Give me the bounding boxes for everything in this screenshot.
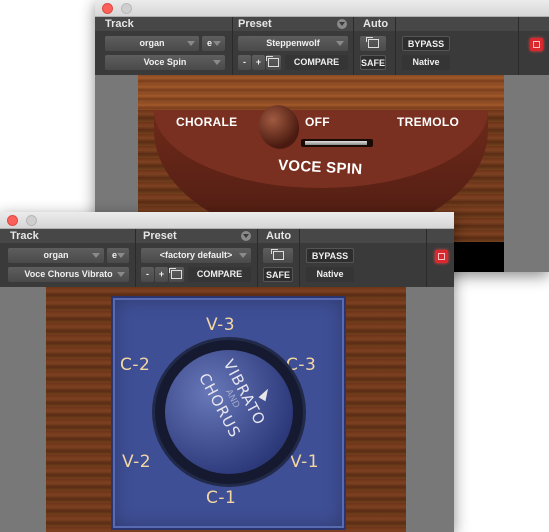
native-indicator: Native: [402, 55, 450, 70]
title-bar[interactable]: [95, 0, 549, 17]
track-name: organ: [43, 250, 69, 260]
divider: [395, 17, 396, 75]
preset-label: Preset: [143, 230, 177, 242]
plugin-selector[interactable]: Voce Chorus Vibrato: [8, 267, 129, 282]
lever-rod: [305, 141, 367, 145]
close-button[interactable]: [7, 215, 18, 226]
channel-selector[interactable]: e: [107, 248, 129, 263]
track-selector[interactable]: organ: [8, 248, 104, 263]
channel-name: e: [112, 250, 118, 260]
window-icon: [365, 37, 379, 49]
librarian-button[interactable]: [169, 267, 184, 282]
preset-label: Preset: [238, 18, 272, 30]
safe-button[interactable]: SAFE: [263, 267, 293, 282]
position-v3-label[interactable]: V-3: [206, 315, 235, 335]
bypass-button[interactable]: BYPASS: [402, 36, 450, 51]
track-label: Track: [10, 230, 39, 242]
divider: [353, 17, 354, 75]
channel-selector[interactable]: e: [202, 36, 225, 51]
target-button[interactable]: [530, 38, 543, 51]
previous-preset-button[interactable]: -: [141, 267, 154, 282]
compare-button[interactable]: COMPARE: [285, 55, 348, 70]
plugin-header: Track Preset Auto organ e Voce Chorus Vi…: [0, 229, 454, 287]
close-button[interactable]: [102, 3, 113, 14]
track-name: organ: [139, 38, 165, 48]
off-label: OFF: [305, 115, 330, 129]
compare-button[interactable]: COMPARE: [188, 267, 251, 282]
tremolo-label: TREMOLO: [397, 115, 460, 129]
automation-button[interactable]: [360, 36, 386, 51]
preset-selector[interactable]: <factory default>: [141, 248, 251, 263]
position-c1-label[interactable]: C-1: [206, 488, 236, 508]
header-labels: [0, 229, 454, 243]
wood-top: [138, 75, 504, 110]
auto-label: Auto: [266, 230, 292, 242]
preset-menu-icon[interactable]: [241, 231, 251, 241]
target-button[interactable]: [435, 250, 448, 263]
previous-preset-button[interactable]: -: [238, 55, 251, 70]
plugin-name: Voce Spin: [143, 57, 187, 67]
preset-selector[interactable]: Steppenwolf: [238, 36, 348, 51]
minimize-button[interactable]: [121, 3, 132, 14]
window-icon: [270, 249, 284, 261]
title-bar[interactable]: [0, 212, 454, 229]
position-c2-label[interactable]: C-2: [120, 355, 150, 375]
track-selector[interactable]: organ: [105, 36, 199, 51]
plugin-name: Voce Chorus Vibrato: [24, 269, 113, 279]
divider: [257, 229, 258, 287]
auto-label: Auto: [363, 18, 389, 30]
divider: [426, 229, 427, 287]
bypass-button[interactable]: BYPASS: [306, 248, 354, 263]
plugin-selector[interactable]: Voce Spin: [105, 55, 225, 70]
window-icon: [169, 268, 182, 280]
channel-name: e: [207, 38, 213, 48]
minimize-button[interactable]: [26, 215, 37, 226]
position-v1-label[interactable]: V-1: [290, 452, 319, 472]
header-labels: [95, 17, 549, 31]
librarian-button[interactable]: [266, 55, 281, 70]
preset-name: Steppenwolf: [266, 38, 320, 48]
divider: [232, 17, 233, 75]
front-plugin-window: Track Preset Auto organ e Voce Chorus Vi…: [0, 212, 454, 532]
safe-button[interactable]: SAFE: [360, 55, 386, 70]
lever-slot: [301, 139, 373, 147]
track-label: Track: [105, 18, 134, 30]
divider: [299, 229, 300, 287]
chorale-label: CHORALE: [176, 115, 238, 129]
position-v2-label[interactable]: V-2: [122, 452, 151, 472]
next-preset-button[interactable]: +: [252, 55, 265, 70]
divider: [518, 17, 519, 75]
divider: [135, 229, 136, 287]
plugin-header: Track Preset Auto organ e Voce Spin Step…: [95, 17, 549, 75]
native-indicator: Native: [306, 267, 354, 282]
vibrato-chorus-knob[interactable]: VIBRATO AND CHORUS: [155, 340, 303, 484]
automation-button[interactable]: [263, 248, 293, 263]
window-icon: [266, 56, 279, 68]
preset-menu-icon[interactable]: [337, 19, 347, 29]
preset-name: <factory default>: [159, 250, 233, 260]
next-preset-button[interactable]: +: [155, 267, 168, 282]
